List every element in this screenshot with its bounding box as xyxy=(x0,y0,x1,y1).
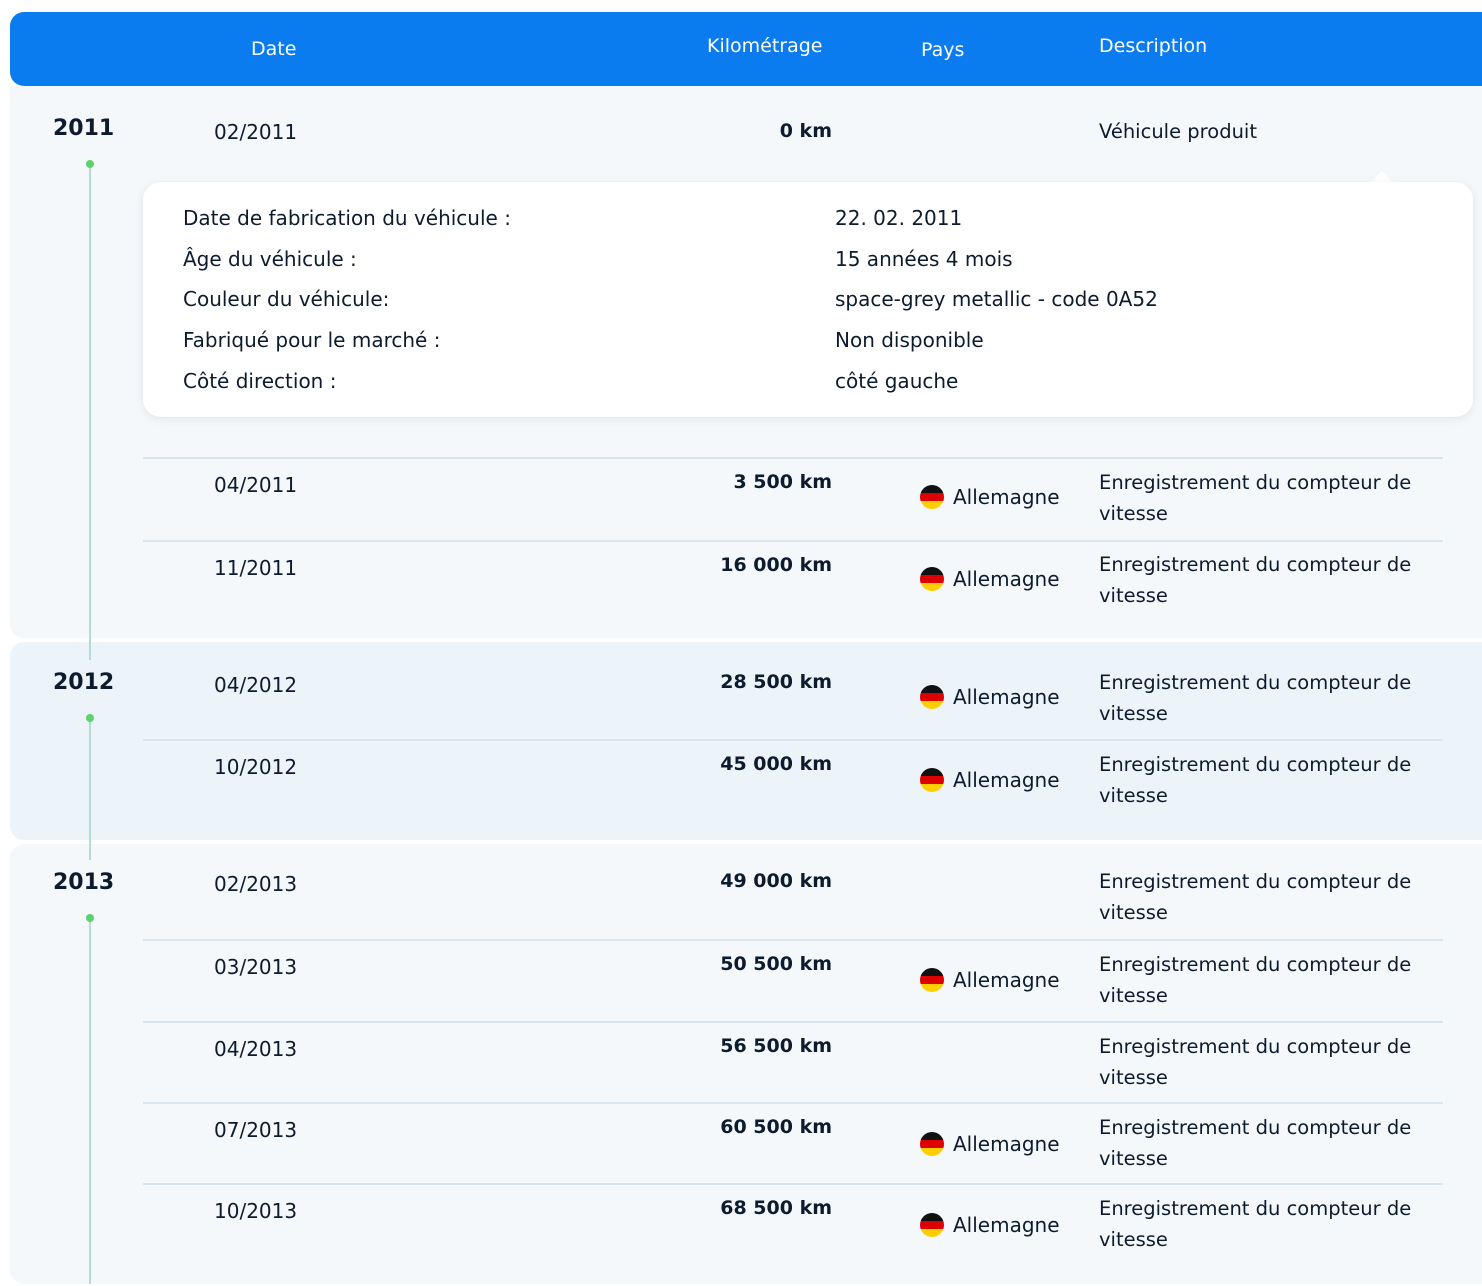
row-km: 45 000 km xyxy=(720,753,832,775)
timeline-line xyxy=(89,164,91,660)
row-country: Allemagne xyxy=(920,768,1060,792)
row-description: Enregistrement du compteur de vitesse xyxy=(1099,471,1412,525)
row-km: 60 500 km xyxy=(720,1116,832,1138)
country-name: Allemagne xyxy=(953,968,1060,992)
row-km: 68 500 km xyxy=(720,1197,832,1219)
year-label: 2013 xyxy=(53,870,115,895)
row-description: Enregistrement du compteur de vitesse xyxy=(1099,953,1412,1007)
country-name: Allemagne xyxy=(953,685,1060,709)
timeline-line xyxy=(89,918,91,1284)
row-date: 04/2012 xyxy=(214,673,298,697)
row-date: 03/2013 xyxy=(214,955,298,979)
row-date: 07/2013 xyxy=(214,1118,298,1142)
row-km: 50 500 km xyxy=(720,953,832,975)
row-description: Enregistrement du compteur de vitesse xyxy=(1099,1035,1412,1089)
table-row[interactable]: 04/2011 3 500 km Allemagne Enregistremen… xyxy=(143,457,1443,539)
germany-flag-icon xyxy=(920,1132,944,1156)
row-date: 11/2011 xyxy=(214,556,298,580)
table-row[interactable]: 03/2013 50 500 km Allemagne Enregistreme… xyxy=(143,939,1443,1021)
row-description: Enregistrement du compteur de vitesse xyxy=(1099,553,1412,607)
table-row[interactable]: 07/2013 60 500 km Allemagne Enregistreme… xyxy=(143,1102,1443,1184)
germany-flag-icon xyxy=(920,1213,944,1237)
table-row[interactable]: 04/2012 28 500 km Allemagne Enregistreme… xyxy=(143,660,1443,740)
detail-label: Âge du véhicule : xyxy=(183,247,357,271)
row-country: Allemagne xyxy=(920,685,1060,709)
column-header-kilometrage[interactable]: Kilométrage xyxy=(707,35,823,57)
vehicle-details-popup: Date de fabrication du véhicule : 22. 02… xyxy=(143,182,1473,417)
column-header-description[interactable]: Description xyxy=(1099,35,1207,57)
table-row[interactable]: 11/2011 16 000 km Allemagne Enregistreme… xyxy=(143,540,1443,622)
timeline-line xyxy=(89,718,91,860)
country-name: Allemagne xyxy=(953,567,1060,591)
row-date: 10/2012 xyxy=(214,755,298,779)
column-header-pays[interactable]: Pays xyxy=(921,39,964,61)
row-km: 16 000 km xyxy=(720,554,832,576)
row-country: Allemagne xyxy=(920,567,1060,591)
row-km: 0 km xyxy=(779,120,832,142)
country-name: Allemagne xyxy=(953,1213,1060,1237)
detail-value: 15 années 4 mois xyxy=(835,247,1013,271)
row-km: 28 500 km xyxy=(720,671,832,693)
row-country: Allemagne xyxy=(920,1213,1060,1237)
row-description: Enregistrement du compteur de vitesse xyxy=(1099,1197,1412,1251)
detail-label: Couleur du véhicule: xyxy=(183,287,390,311)
table-row[interactable]: 02/2013 49 000 km Enregistrement du comp… xyxy=(143,858,1443,938)
table-header: Date Kilométrage Pays Description xyxy=(10,12,1482,86)
row-date: 02/2011 xyxy=(214,120,298,144)
column-header-date[interactable]: Date xyxy=(251,38,296,60)
table-row[interactable]: 02/2011 0 km Véhicule produit xyxy=(143,110,1443,190)
year-label: 2011 xyxy=(53,116,115,141)
row-country: Allemagne xyxy=(920,485,1060,509)
detail-label: Fabriqué pour le marché : xyxy=(183,328,441,352)
country-name: Allemagne xyxy=(953,485,1060,509)
table-row[interactable]: 10/2013 68 500 km Allemagne Enregistreme… xyxy=(143,1183,1443,1265)
row-km: 3 500 km xyxy=(733,471,832,493)
timeline-dot xyxy=(86,160,94,168)
row-country: Allemagne xyxy=(920,1132,1060,1156)
row-description: Enregistrement du compteur de vitesse xyxy=(1099,870,1412,924)
row-km: 49 000 km xyxy=(720,870,832,892)
row-date: 04/2013 xyxy=(214,1037,298,1061)
timeline-dot xyxy=(86,914,94,922)
germany-flag-icon xyxy=(920,685,944,709)
table-row[interactable]: 10/2012 45 000 km Allemagne Enregistreme… xyxy=(143,739,1443,821)
row-description: Enregistrement du compteur de vitesse xyxy=(1099,671,1412,725)
germany-flag-icon xyxy=(920,768,944,792)
year-label: 2012 xyxy=(53,670,115,695)
row-date: 04/2011 xyxy=(214,473,298,497)
country-name: Allemagne xyxy=(953,768,1060,792)
timeline-dot xyxy=(86,714,94,722)
detail-value: côté gauche xyxy=(835,369,959,393)
row-description: Enregistrement du compteur de vitesse xyxy=(1099,753,1412,807)
germany-flag-icon xyxy=(920,968,944,992)
detail-value: 22. 02. 2011 xyxy=(835,206,963,230)
detail-value: Non disponible xyxy=(835,328,984,352)
germany-flag-icon xyxy=(920,567,944,591)
row-km: 56 500 km xyxy=(720,1035,832,1057)
detail-label: Côté direction : xyxy=(183,369,337,393)
detail-label: Date de fabrication du véhicule : xyxy=(183,206,511,230)
country-name: Allemagne xyxy=(953,1132,1060,1156)
row-description: Enregistrement du compteur de vitesse xyxy=(1099,1116,1412,1170)
row-description: Véhicule produit xyxy=(1099,120,1257,143)
row-date: 02/2013 xyxy=(214,872,298,896)
detail-value: space-grey metallic - code 0A52 xyxy=(835,287,1158,311)
germany-flag-icon xyxy=(920,485,944,509)
table-row[interactable]: 04/2013 56 500 km Enregistrement du comp… xyxy=(143,1021,1443,1103)
row-country: Allemagne xyxy=(920,968,1060,992)
row-date: 10/2013 xyxy=(214,1199,298,1223)
